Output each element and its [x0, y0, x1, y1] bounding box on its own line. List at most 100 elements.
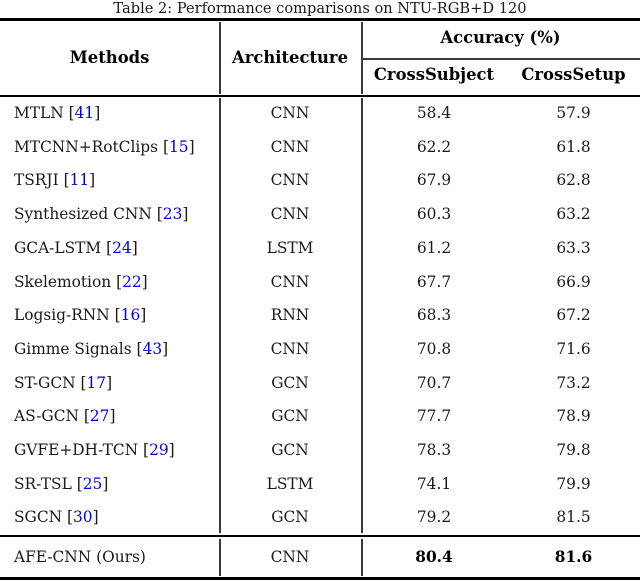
method-name: ST-GCN	[14, 373, 76, 392]
citation-link[interactable]: 23	[163, 205, 183, 223]
citation-link[interactable]: 16	[121, 306, 141, 324]
cell-cross-setup: 62.8	[556, 171, 591, 190]
table-caption: Table 2: Performance comparisons on NTU-…	[113, 0, 527, 17]
cell-architecture: CNN	[270, 137, 310, 156]
table-row: Skelemotion [22] CNN 67.7 66.9	[0, 266, 640, 300]
table-row-ours: AFE-CNN (Ours) CNN 80.4 81.6	[0, 539, 640, 576]
cell-cross-setup: 63.2	[556, 205, 591, 224]
citation-bracket-close: ]	[92, 508, 99, 527]
cell-cross-subject: 70.8	[416, 339, 452, 358]
cell-cross-setup: 66.9	[556, 272, 591, 291]
method-name: MTCNN+RotClips	[14, 137, 159, 156]
cell-cross-setup: 71.6	[556, 339, 591, 358]
citation-link[interactable]: 17	[86, 374, 106, 392]
method-name: AS-GCN	[14, 407, 79, 426]
cell-architecture: CNN	[270, 272, 310, 291]
cell-cross-setup: 57.9	[556, 104, 591, 122]
cell-method: ST-GCN [17]	[14, 367, 214, 401]
cell-method: SR-TSL [25]	[14, 468, 214, 502]
cell-architecture: GCN	[271, 407, 309, 426]
citation-link[interactable]: 25	[83, 475, 103, 493]
method-name: MTLN	[14, 104, 64, 122]
cell-method: MTLN [41]	[14, 97, 214, 131]
citation-bracket-close: ]	[131, 238, 138, 257]
citation-link[interactable]: 29	[149, 441, 169, 459]
citation-link[interactable]: 41	[75, 104, 95, 122]
cell-cross-subject: 61.2	[416, 238, 452, 257]
column-header-cross-subject: CrossSubject	[373, 65, 495, 84]
table-row: ST-GCN [17] GCN 70.7 73.2	[0, 367, 640, 401]
method-name: GVFE+DH-TCN	[14, 441, 139, 459]
cell-cross-subject: 60.3	[416, 205, 452, 224]
cell-cross-subject: 58.4	[416, 104, 452, 122]
cell-cross-setup: 79.9	[556, 474, 591, 493]
cell-cross-subject: 70.7	[416, 373, 452, 392]
cell-cross-setup: 81.5	[556, 508, 591, 527]
cell-method: Gimme Signals [43]	[14, 333, 214, 367]
citation-bracket-close: ]	[89, 171, 96, 190]
column-header-architecture: Architecture	[231, 48, 348, 67]
table-bottom-rule	[0, 577, 640, 580]
table-row: TSRJI [11] CNN 67.9 62.8	[0, 164, 640, 198]
cell-cross-subject: 74.1	[416, 474, 452, 493]
cell-architecture: CNN	[270, 548, 310, 566]
citation-bracket-close: ]	[106, 373, 113, 392]
cell-method: Logsig-RNN [16]	[14, 299, 214, 333]
cell-method: AS-GCN [27]	[14, 400, 214, 434]
citation-link[interactable]: 15	[169, 138, 189, 156]
cell-architecture: CNN	[270, 339, 310, 358]
table-row: Synthesized CNN [23] CNN 60.3 63.2	[0, 198, 640, 232]
cell-cross-subject: 62.2	[416, 137, 452, 156]
citation-bracket-close: ]	[102, 474, 109, 493]
cell-architecture: GCN	[271, 441, 309, 459]
method-name: Logsig-RNN	[14, 306, 110, 325]
table-row: SR-TSL [25] LSTM 74.1 79.9	[0, 468, 640, 502]
cell-cross-setup: 67.2	[556, 306, 591, 325]
column-header-cross-setup: CrossSetup	[521, 65, 626, 84]
cell-method: AFE-CNN (Ours)	[14, 539, 214, 576]
table-header: Methods Architecture Accuracy (%) CrossS…	[0, 21, 640, 95]
cell-cross-setup: 79.8	[556, 441, 591, 459]
citation-link[interactable]: 27	[90, 407, 110, 425]
cell-method: GVFE+DH-TCN [29]	[14, 434, 214, 468]
cell-cross-setup: 81.6	[554, 548, 593, 566]
table-row: SGCN [30] GCN 79.2 81.5	[0, 501, 640, 535]
table-row: Gimme Signals [43] CNN 70.8 71.6	[0, 333, 640, 367]
cell-cross-subject: 68.3	[416, 306, 452, 325]
cell-cross-setup: 61.8	[556, 137, 591, 156]
cell-method: SGCN [30]	[14, 501, 214, 535]
method-name: AFE-CNN (Ours)	[14, 548, 146, 566]
citation-link[interactable]: 11	[70, 171, 90, 189]
cell-cross-subject: 78.3	[416, 441, 452, 459]
cell-cross-setup: 73.2	[556, 373, 591, 392]
table-row: GCA-LSTM [24] LSTM 61.2 63.3	[0, 232, 640, 266]
citation-link[interactable]: 24	[112, 239, 132, 257]
table-row: AS-GCN [27] GCN 77.7 78.9	[0, 400, 640, 434]
cell-method: MTCNN+RotClips [15]	[14, 131, 214, 165]
citation-bracket-close: ]	[162, 339, 169, 358]
cell-cross-subject: 67.9	[416, 171, 452, 190]
pre-ours-rule	[0, 535, 640, 537]
table-row: GVFE+DH-TCN [29] GCN 78.3 79.8	[0, 434, 640, 468]
cell-cross-subject: 79.2	[416, 508, 452, 527]
method-name: Skelemotion	[14, 272, 112, 291]
citation-link[interactable]: 22	[122, 273, 142, 291]
cell-method: TSRJI [11]	[14, 164, 214, 198]
cell-architecture: LSTM	[266, 474, 314, 493]
citation-bracket-close: ]	[188, 137, 195, 156]
citation-link[interactable]: 30	[73, 508, 93, 526]
column-header-methods: Methods	[69, 48, 150, 67]
citation-bracket-close: ]	[140, 306, 147, 325]
method-name: Gimme Signals	[14, 339, 132, 358]
cell-architecture: CNN	[270, 171, 310, 190]
citation-bracket-close: ]	[182, 205, 189, 224]
table-body: MTLN [41] CNN 58.4 57.9 MTCNN+RotClips [15] C…	[0, 97, 640, 535]
cell-cross-subject: 80.4	[415, 548, 453, 566]
method-name: SR-TSL	[14, 474, 72, 493]
cell-architecture: RNN	[270, 306, 310, 325]
cell-architecture: LSTM	[266, 238, 314, 257]
column-group-header-accuracy: Accuracy (%)	[440, 28, 561, 47]
citation-link[interactable]: 43	[143, 340, 163, 358]
cell-architecture: GCN	[271, 373, 309, 392]
method-name: GCA-LSTM	[14, 238, 102, 257]
